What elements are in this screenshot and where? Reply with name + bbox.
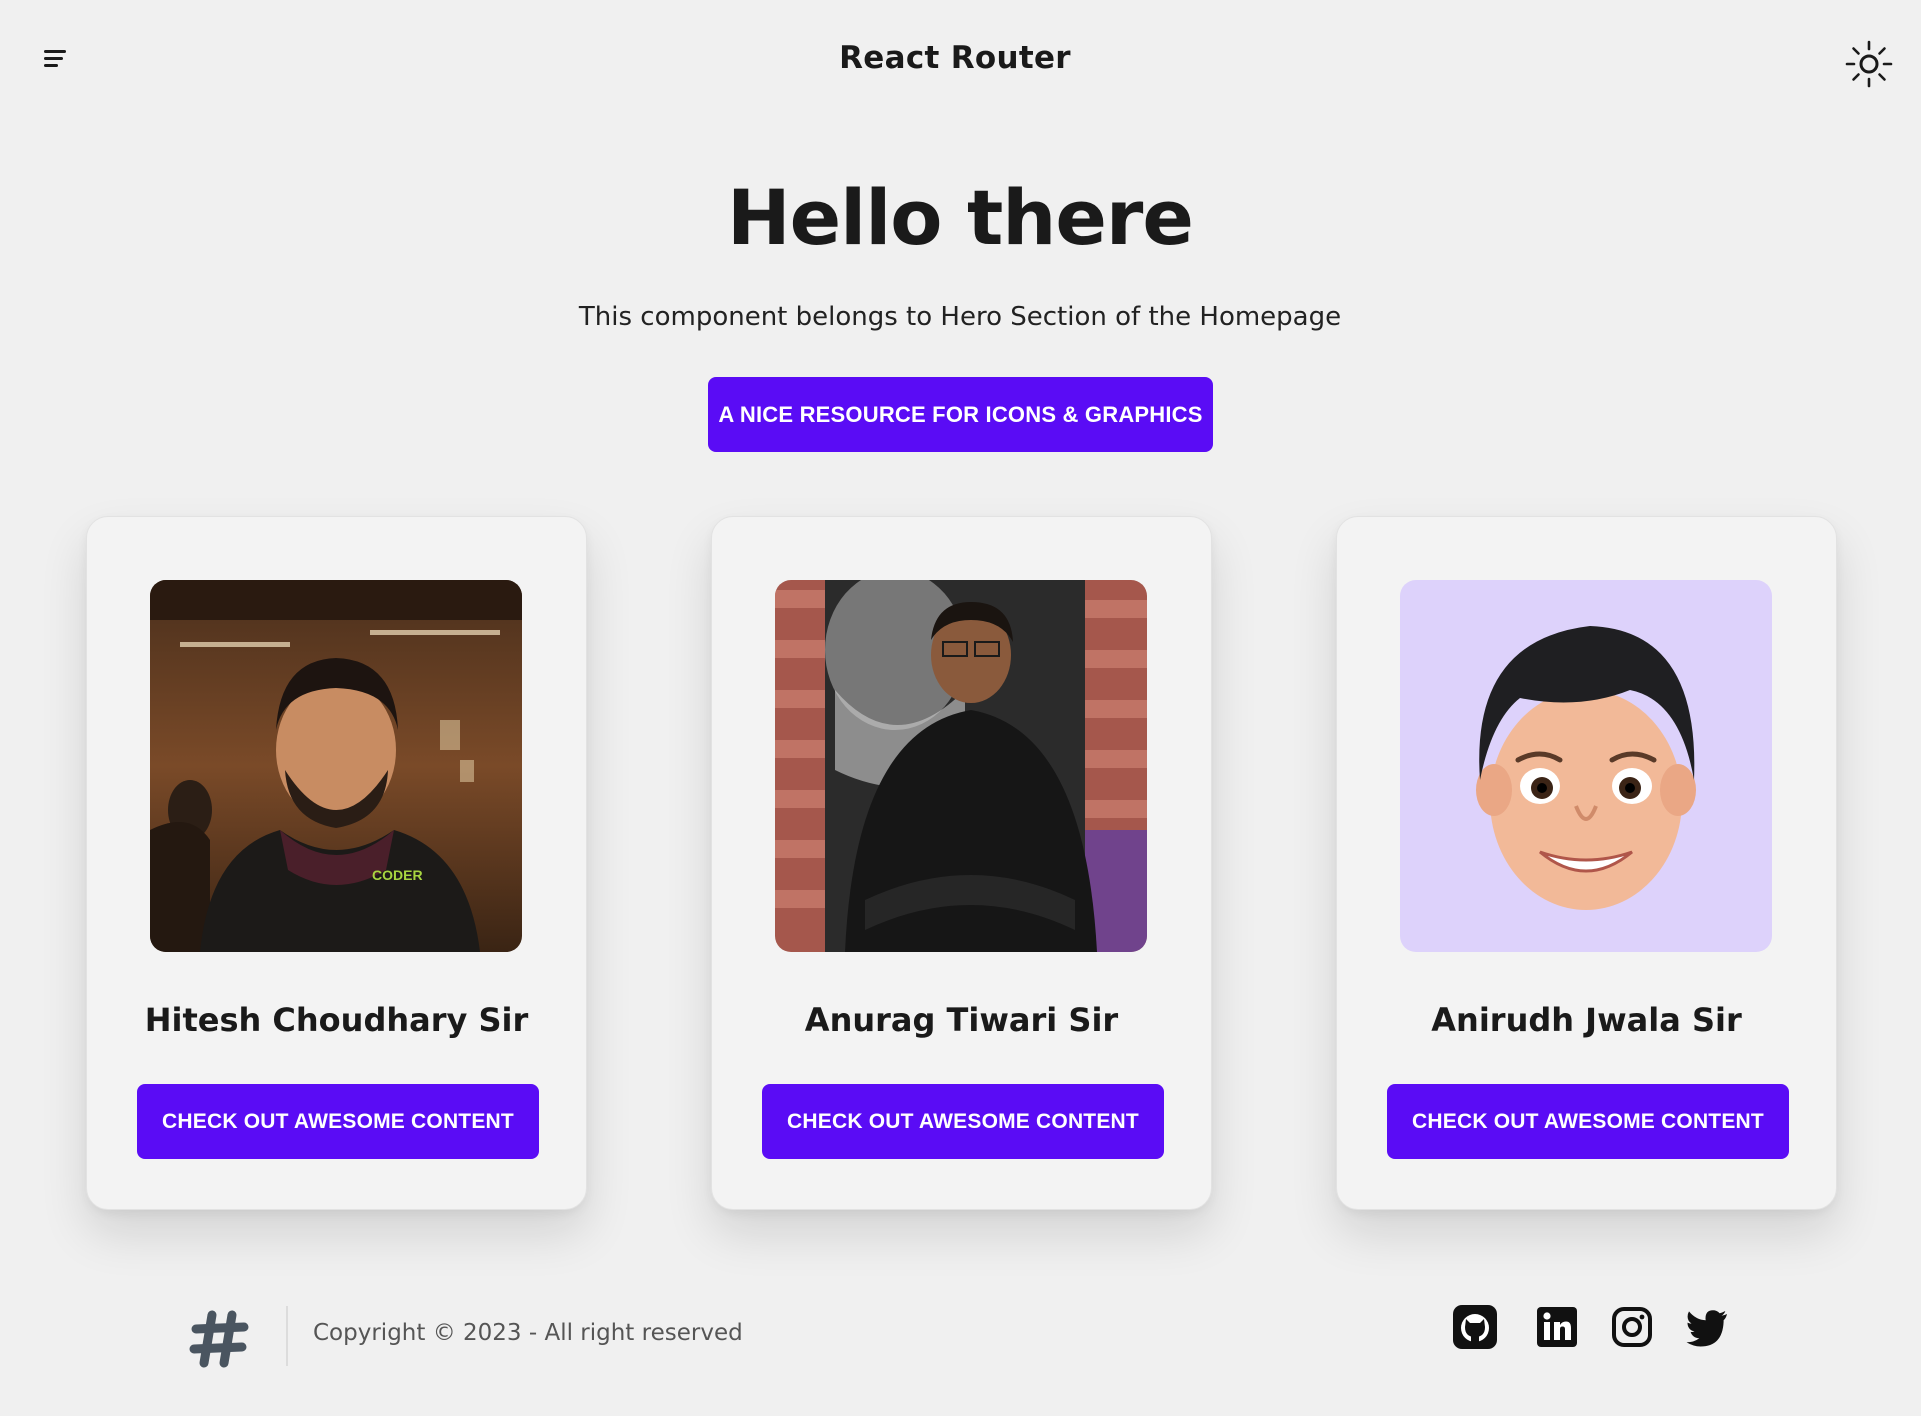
person-photo xyxy=(775,580,1147,952)
card-name: Anurag Tiwari Sir xyxy=(804,1001,1119,1039)
check-content-button[interactable]: CHECK OUT AWESOME CONTENT xyxy=(1387,1084,1789,1159)
hero-subtitle: This component belongs to Hero Section o… xyxy=(578,302,1342,332)
card-name: Hitesh Choudhary Sir xyxy=(144,1001,529,1039)
menu-icon[interactable] xyxy=(40,44,74,74)
check-content-button[interactable]: CHECK OUT AWESOME CONTENT xyxy=(137,1084,539,1159)
navbar: React Router xyxy=(0,0,1921,124)
github-icon[interactable] xyxy=(1453,1305,1497,1349)
hero-title: Hello there xyxy=(727,173,1194,262)
slack-hash-icon xyxy=(188,1307,252,1371)
hoodie-text: CODER xyxy=(372,867,423,883)
profile-card: Anirudh Jwala Sir CHECK OUT AWESOME CONT… xyxy=(1336,516,1837,1210)
brand-title[interactable]: React Router xyxy=(760,40,1150,76)
sun-icon[interactable] xyxy=(1843,38,1895,90)
person-photo: CODER xyxy=(150,580,522,952)
instagram-icon[interactable] xyxy=(1610,1305,1654,1349)
profile-card: Anurag Tiwari Sir CHECK OUT AWESOME CONT… xyxy=(711,516,1212,1210)
card-name: Anirudh Jwala Sir xyxy=(1431,1001,1742,1039)
icons-resource-button[interactable]: A NICE RESOURCE FOR ICONS & GRAPHICS xyxy=(708,377,1213,452)
copyright-text: Copyright © 2023 - All right reserved xyxy=(313,1320,743,1346)
check-content-button[interactable]: CHECK OUT AWESOME CONTENT xyxy=(762,1084,1164,1159)
twitter-icon[interactable] xyxy=(1685,1305,1729,1349)
linkedin-icon[interactable] xyxy=(1535,1305,1579,1349)
footer-divider xyxy=(286,1306,288,1366)
profile-card: CODER Hitesh Choudhary Sir CHECK OUT AWE… xyxy=(86,516,587,1210)
memoji-avatar xyxy=(1400,580,1772,952)
